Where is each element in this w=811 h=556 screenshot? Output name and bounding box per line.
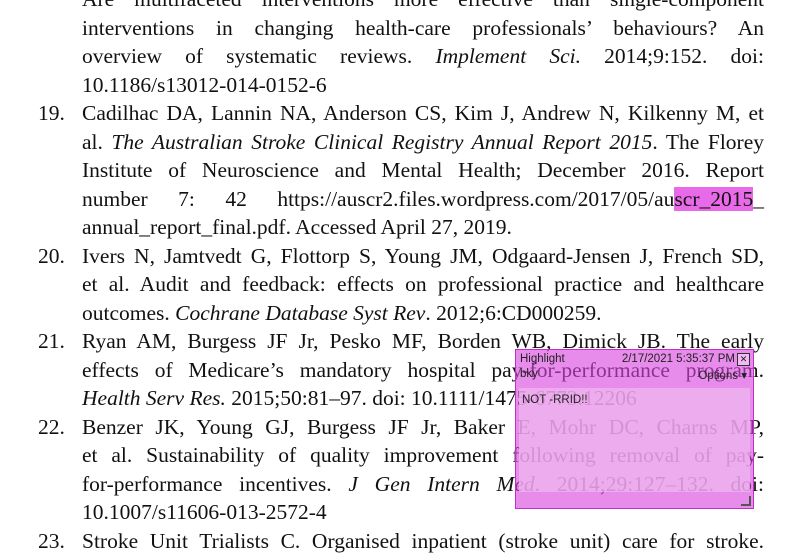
reference-line: Ivers N, Jamtvedt G, Flottorp S, Young J… (82, 243, 764, 268)
reference-line: 10.1186/s13012-014-0152-6 (82, 72, 327, 97)
annotation-author: bky (520, 368, 538, 380)
reference-item: Are multifaceted interventions more effe… (0, 0, 764, 99)
journal-title: Implement Sci. (435, 44, 581, 68)
journal-title: Health Serv Res. (82, 386, 226, 410)
reference-number: 20. (38, 243, 65, 268)
resize-grip-icon[interactable] (741, 496, 751, 506)
reference-number: 22. (38, 414, 65, 439)
reference-number: 19. (38, 101, 65, 125)
reference-line: et al. Audit and feedback: effects on pr… (82, 272, 764, 296)
highlighted-text[interactable]: scr_2015 (674, 186, 754, 211)
reference-line-highlighted: number 7: 42 https://auscr2.files.wordpr… (82, 186, 764, 211)
reference-line: annual_report_final.pdf. Accessed April … (82, 215, 512, 239)
reference-line: Institute of Neuroscience and Mental Hea… (82, 158, 764, 182)
reference-line: outcomes. Cochrane Database Syst Rev. 20… (82, 300, 602, 325)
annotation-popup[interactable]: Highlight 2/17/2021 5:35:37 PM ✕ bky Opt… (515, 349, 754, 509)
reference-item: 23. Stroke Unit Trialists C. Organised i… (0, 527, 764, 556)
reference-number: 23. (38, 528, 65, 553)
reference-line: Stroke Unit Trialists C. Organised inpat… (82, 528, 764, 553)
annotation-options-button[interactable]: Options ▾ (698, 368, 747, 382)
annotation-header[interactable]: Highlight 2/17/2021 5:35:37 PM ✕ bky Opt… (516, 350, 753, 386)
annotation-datetime: 2/17/2021 5:35:37 PM (621, 353, 735, 365)
journal-title: The Australian Stroke Clinical Registry … (111, 129, 653, 154)
annotation-title: Highlight (520, 353, 565, 365)
reference-line: overview of systematic reviews. Implemen… (82, 44, 765, 68)
reference-line: interventions in changing health-care pr… (82, 15, 764, 40)
chevron-down-icon: ▾ (741, 370, 747, 382)
reference-item: 19. Cadilhac DA, Lannin NA, Anderson CS,… (0, 99, 764, 242)
reference-line: Cadilhac DA, Lannin NA, Anderson CS, Kim… (82, 101, 764, 125)
reference-number: 21. (38, 329, 65, 353)
annotation-body[interactable]: NOT -RRID!! (519, 388, 750, 492)
annotation-options-label: Options (698, 370, 739, 382)
reference-item: 20. Ivers N, Jamtvedt G, Flottorp S, You… (0, 242, 764, 328)
journal-title: Cochrane Database Syst Rev (175, 300, 426, 325)
journal-title: J Gen Intern Med (348, 471, 535, 496)
reference-line: al. The Australian Stroke Clinical Regis… (82, 129, 764, 154)
reference-line: Are multifaceted interventions more effe… (82, 0, 764, 14)
close-icon[interactable]: ✕ (737, 353, 750, 366)
